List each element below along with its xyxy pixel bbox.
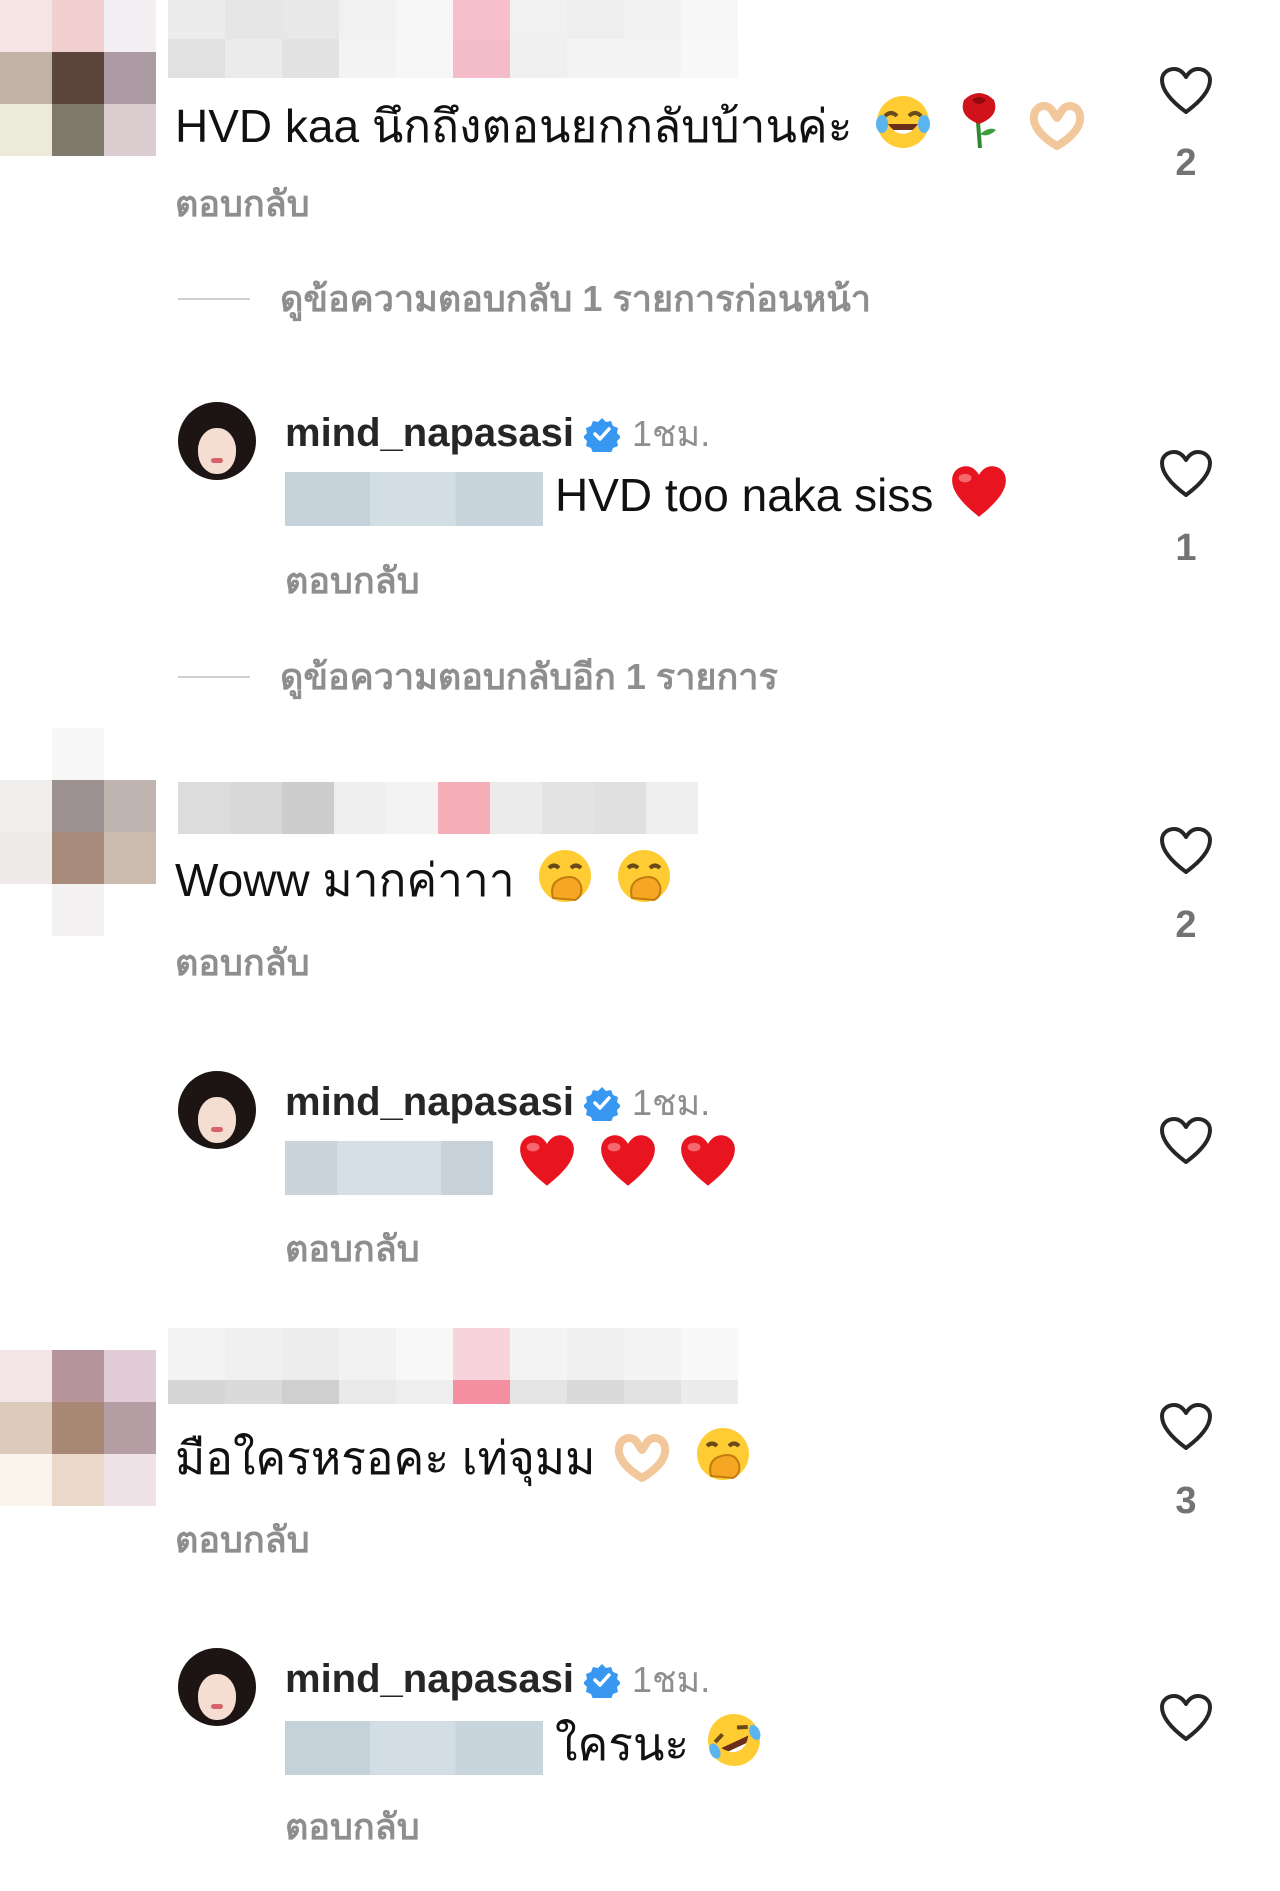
- reply-header: mind_napasasi 1ชม.: [285, 1074, 710, 1131]
- red-heart-emoji-icon: [600, 1135, 655, 1186]
- timestamp: 1ชม.: [632, 1082, 711, 1123]
- view-more-replies[interactable]: ดูข้อความตอบกลับอีก 1 รายการ: [178, 648, 778, 705]
- hand-over-mouth-emoji-icon: [618, 850, 671, 902]
- avatar[interactable]: [178, 402, 256, 480]
- reply-text: ใครนะ: [285, 1712, 762, 1775]
- reply-link[interactable]: ตอบกลับ: [175, 175, 310, 232]
- reply-text: HVD too naka siss: [285, 465, 1008, 526]
- divider-line: [178, 297, 250, 300]
- username[interactable]: mind_napasasi: [285, 1657, 574, 1702]
- commenter-username-blurred[interactable]: [178, 782, 698, 834]
- reply-link[interactable]: ตอบกลับ: [285, 1220, 420, 1277]
- red-heart-emoji-icon: [952, 466, 1007, 517]
- commenter-avatar-blurred[interactable]: [0, 1350, 156, 1506]
- heart-hands-emoji-icon: [615, 1434, 670, 1482]
- reply-link[interactable]: ตอบกลับ: [175, 1511, 310, 1568]
- view-replies-label: ดูข้อความตอบกลับอีก 1 รายการ: [280, 656, 778, 697]
- mention-blurred[interactable]: [285, 1720, 543, 1775]
- rolling-laughing-emoji-icon: [707, 1714, 761, 1766]
- verified-badge-icon: [584, 1663, 621, 1698]
- like-count: 2: [1175, 904, 1197, 946]
- divider-line: [178, 675, 250, 678]
- like-count: 1: [1175, 527, 1197, 569]
- heart-outline-icon[interactable]: [1159, 826, 1213, 876]
- like-count: 2: [1175, 142, 1197, 184]
- view-previous-replies[interactable]: ดูข้อความตอบกลับ 1 รายการก่อนหน้า: [178, 270, 871, 327]
- mention-blurred[interactable]: [285, 471, 543, 526]
- verified-badge-icon: [584, 1086, 621, 1121]
- commenter-username-blurred[interactable]: [168, 1328, 738, 1404]
- timestamp: 1ชม.: [632, 413, 711, 454]
- comment-body: HVD kaa นึกถึงตอนยกกลับบ้านค่ะ: [175, 100, 853, 152]
- reply-header: mind_napasasi 1ชม.: [285, 1651, 710, 1708]
- hand-over-mouth-emoji-icon: [697, 1428, 750, 1480]
- reply-link[interactable]: ตอบกลับ: [285, 1798, 420, 1855]
- reply-link[interactable]: ตอบกลับ: [285, 552, 420, 609]
- timestamp: 1ชม.: [632, 1659, 711, 1700]
- heart-outline-icon[interactable]: [1159, 66, 1213, 116]
- comment-body: มือใครหรอคะ เท่จุมม: [175, 1432, 596, 1484]
- laughing-tears-emoji-icon: [876, 96, 931, 148]
- verified-badge-icon: [584, 417, 621, 452]
- comment-text: HVD kaa นึกถึงตอนยกกลับบ้านค่ะ: [175, 90, 1087, 154]
- rose-emoji-icon: [962, 93, 996, 149]
- heart-outline-icon[interactable]: [1159, 1116, 1213, 1166]
- heart-outline-icon[interactable]: [1159, 1402, 1213, 1452]
- comment-text: Woww มากค่าาา: [175, 848, 672, 908]
- heart-outline-icon[interactable]: [1159, 449, 1213, 499]
- red-heart-emoji-icon: [519, 1135, 574, 1186]
- heart-hands-emoji-icon: [1029, 102, 1084, 150]
- username[interactable]: mind_napasasi: [285, 411, 574, 456]
- red-heart-emoji-icon: [681, 1135, 736, 1186]
- username[interactable]: mind_napasasi: [285, 1080, 574, 1125]
- commenter-avatar-blurred[interactable]: [0, 728, 156, 936]
- avatar[interactable]: [178, 1648, 256, 1726]
- commenter-username-blurred[interactable]: [168, 0, 738, 78]
- comment-text: มือใครหรอคะ เท่จุมม: [175, 1426, 751, 1486]
- reply-body: ใครนะ: [555, 1718, 690, 1770]
- reply-header: mind_napasasi 1ชม.: [285, 405, 710, 462]
- comment-body: Woww มากค่าาา: [175, 854, 515, 906]
- heart-outline-icon[interactable]: [1159, 1693, 1213, 1743]
- avatar[interactable]: [178, 1071, 256, 1149]
- reply-text: [285, 1134, 737, 1195]
- view-replies-label: ดูข้อความตอบกลับ 1 รายการก่อนหน้า: [280, 278, 872, 319]
- reply-body: HVD too naka siss: [555, 469, 934, 521]
- mention-blurred[interactable]: [285, 1140, 493, 1195]
- reply-link[interactable]: ตอบกลับ: [175, 934, 310, 991]
- hand-over-mouth-emoji-icon: [539, 850, 592, 902]
- commenter-avatar-blurred[interactable]: [0, 0, 156, 156]
- like-count: 3: [1175, 1480, 1197, 1522]
